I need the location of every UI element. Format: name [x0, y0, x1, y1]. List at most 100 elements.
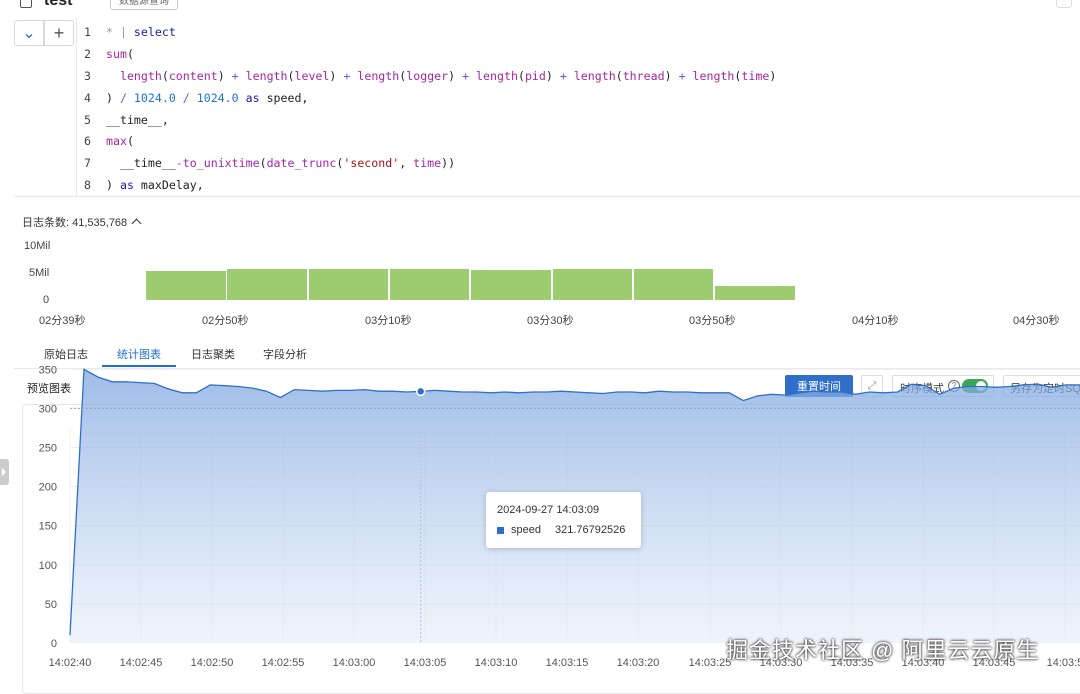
tooltip-time: 2024-09-27 14:03:09: [497, 504, 600, 516]
code-token: (: [615, 68, 623, 83]
code-token: ): [448, 68, 463, 83]
reset-time-button[interactable]: 重置时间: [785, 375, 853, 397]
code-token: +: [343, 68, 351, 83]
source-badge[interactable]: 数据源查询: [110, 0, 178, 10]
preview-title: 预览图表: [27, 383, 71, 395]
code-line[interactable]: 7 __time__ - to_unixtime(date_trunc('secon…: [84, 153, 776, 175]
tab-field-analysis[interactable]: 字段分析: [263, 346, 307, 362]
timeseries-mode-label: 时序模式: [900, 383, 944, 395]
line-number: 8: [84, 178, 91, 193]
code-token: length: [566, 68, 616, 83]
line-number: 5: [84, 112, 91, 127]
line-number: 2: [84, 46, 91, 61]
code-token: ): [217, 68, 232, 83]
code-line[interactable]: 2 sum(: [84, 44, 776, 66]
code-token: (: [126, 134, 134, 149]
histogram-bar[interactable]: [389, 269, 470, 300]
code-token: (: [126, 46, 134, 61]
code-token: /: [119, 90, 127, 105]
code-token: /: [182, 90, 190, 105]
fullscreen-icon[interactable]: ⤢: [861, 375, 883, 397]
code-token: ): [106, 178, 120, 193]
code-token: (: [287, 68, 295, 83]
histogram-x-tick: 02分39秒: [39, 315, 86, 327]
code-token: pid: [524, 68, 546, 83]
code-token: length: [238, 68, 288, 83]
histogram-y-tick: 5Mil: [29, 267, 50, 279]
line-number: 1: [84, 25, 91, 39]
code-token: length: [106, 68, 162, 83]
add-button[interactable]: +: [44, 20, 74, 46]
code-token: (: [259, 156, 267, 171]
code-token: +: [231, 68, 239, 83]
tab-log-cluster[interactable]: 日志聚类: [191, 346, 235, 362]
histogram-bar[interactable]: [146, 271, 226, 300]
chevron-up-icon[interactable]: [131, 218, 142, 229]
code-token: 1024.0: [189, 90, 246, 105]
code-line[interactable]: 1 * | select: [84, 22, 776, 44]
code-token: select: [133, 25, 176, 39]
histogram-bar[interactable]: [227, 268, 307, 300]
code-line[interactable]: 8) as maxDelay,: [84, 175, 776, 197]
plus-icon: +: [53, 22, 65, 43]
line-number: 6: [84, 134, 91, 149]
code-token: as: [119, 178, 134, 193]
help-icon[interactable]: ?: [948, 380, 960, 392]
code-line[interactable]: 3 length(content) + length(level) + leng…: [84, 66, 776, 88]
timeseries-toggle[interactable]: [962, 379, 988, 393]
code-token: maxDelay,: [133, 178, 204, 193]
histogram-x-tick: 03分10秒: [365, 315, 412, 327]
code-token: date_trunc: [266, 156, 337, 171]
save-as-scheduled-sql-button[interactable]: 另存为定时SQL: [1003, 375, 1080, 397]
histogram-bar[interactable]: [471, 269, 551, 300]
code-token: ): [545, 68, 560, 83]
tab-charts[interactable]: 统计图表: [117, 346, 161, 362]
page-title: test: [44, 0, 73, 9]
histogram-y-tick: 10Mil: [24, 240, 51, 252]
line-number: 4: [84, 90, 91, 105]
histogram-x-tick: 03分30秒: [527, 315, 574, 327]
code-token: content: [168, 68, 218, 83]
code-line[interactable]: 6 max(: [84, 131, 776, 153]
code-token: ): [106, 90, 120, 105]
side-expand-handle[interactable]: [0, 459, 9, 485]
log-count-label: 日志条数: 41,535,768: [22, 217, 128, 229]
code-token: thread: [622, 68, 665, 83]
code-token: (: [734, 68, 742, 83]
code-token: * |: [106, 25, 134, 39]
histogram[interactable]: 10Mil 5Mil 0 02分39秒 02分50秒 03分10秒 03分30秒 03分50秒…: [0, 232, 1080, 332]
log-count[interactable]: 日志条数: 41,535,768: [22, 214, 142, 230]
top-bar: test 数据源查询: [0, 0, 1080, 12]
code-token: +: [462, 68, 470, 83]
code-token: max: [106, 134, 127, 149]
histogram-y-tick: 0: [43, 294, 50, 306]
header-action-button[interactable]: [1056, 0, 1072, 8]
tooltip-series-name: speed: [511, 524, 541, 536]
code-token: (: [399, 68, 407, 83]
code-token: ): [769, 68, 777, 83]
histogram-bar[interactable]: [552, 269, 632, 300]
code-token: __time__: [106, 156, 176, 171]
tab-raw-logs[interactable]: 原始日志: [44, 346, 88, 362]
code-token: (: [517, 68, 525, 83]
code-token: +: [559, 68, 567, 83]
code-token: (: [336, 156, 344, 171]
timeseries-mode: 时序模式 ?: [892, 375, 994, 397]
datasource-icon: [20, 0, 32, 8]
histogram-x-tick: 04分30秒: [1013, 315, 1060, 327]
code-token: ,: [399, 156, 414, 171]
histogram-bar[interactable]: [633, 268, 714, 300]
line-number: 3: [84, 68, 91, 83]
code-area[interactable]: 1 * | select 2 sum(3 length(content) + leng…: [84, 22, 776, 197]
histogram-bar[interactable]: [308, 269, 389, 300]
code-token: 'second': [343, 156, 400, 171]
code-token: -: [175, 156, 183, 171]
code-line[interactable]: 4) / 1024.0 / 1024.0 as speed,: [84, 88, 776, 110]
code-token: (: [161, 68, 169, 83]
code-token: ): [329, 68, 344, 83]
histogram-bar[interactable]: [715, 285, 795, 300]
code-token: to_unixtime: [182, 156, 260, 171]
code-line[interactable]: 5 __time__,: [84, 110, 776, 132]
collapse-button[interactable]: ⌄: [14, 20, 44, 46]
sql-editor[interactable]: ⌄ + 1 * | select 2 sum(3 length(content) + …: [14, 18, 1080, 197]
